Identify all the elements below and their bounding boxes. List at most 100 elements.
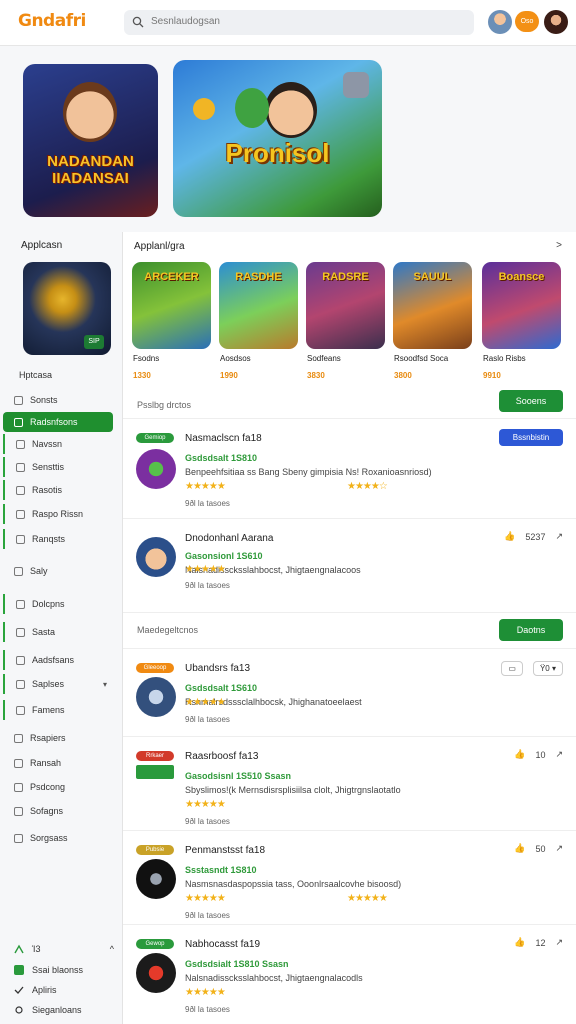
rating-stars: ★★★★★: [185, 799, 226, 810]
game-tile[interactable]: ARCEKER: [132, 262, 211, 349]
game-tile[interactable]: Boansce: [482, 262, 561, 349]
search-icon: [132, 16, 144, 28]
game-tile[interactable]: RASDHE: [219, 262, 298, 349]
coins-badge[interactable]: Oso: [515, 11, 539, 32]
sidebar-item[interactable]: Saly: [3, 561, 113, 581]
entry-actions: 👍 12 ↗: [514, 937, 563, 948]
thumbs-up-icon[interactable]: 👍: [504, 531, 515, 542]
sidebar-item[interactable]: Raspo Rissn: [3, 504, 113, 524]
app-description: Nalsnadisscksslahbocst, Jhigtaengnalacod…: [185, 973, 363, 983]
section-action-button[interactable]: Daotns: [499, 619, 563, 641]
checkbox-icon: [14, 758, 23, 768]
thumbs-up-icon[interactable]: ▭: [501, 661, 523, 676]
sidebar-item[interactable]: Psdcong: [3, 777, 113, 797]
sidebar-section-label: Hptcasa: [19, 370, 53, 380]
check-icon: [14, 986, 24, 994]
profile-avatar[interactable]: [544, 10, 568, 34]
list-item[interactable]: Dnodonhanl Aarana Gasonsionl 1S610 Nalsn…: [123, 518, 576, 604]
sidebar-item[interactable]: Sofagns: [3, 801, 113, 821]
hero-character: [63, 82, 117, 142]
app-icon: [136, 537, 176, 577]
share-icon[interactable]: ↗: [555, 843, 563, 854]
thumbs-up-icon[interactable]: 👍: [514, 749, 525, 760]
game-tile[interactable]: SAUUL: [393, 262, 472, 349]
list-item[interactable]: Rrkaer Raasrboosf fa13 Gasodsisnl 1S510 …: [123, 736, 576, 830]
share-icon[interactable]: ↗: [555, 531, 563, 542]
app-meta: Gsdsdsalt 1S810: [185, 453, 258, 463]
rating-stars: ★★★★★: [185, 893, 226, 904]
sidebar-item[interactable]: Navssn: [3, 434, 113, 454]
sidebar-item[interactable]: Sorgsass: [3, 828, 113, 848]
tile-name: Fsodns: [133, 354, 160, 363]
review-count: 9ðl la tasoes: [185, 911, 230, 920]
thumbs-up-icon[interactable]: 👍: [514, 937, 525, 948]
sidebar-item[interactable]: Saplses ▾: [3, 674, 113, 694]
sidebar-item[interactable]: Rsapiers: [3, 728, 113, 748]
share-icon[interactable]: ↗: [555, 749, 563, 760]
app-icon: [136, 765, 174, 779]
sidebar-item[interactable]: Sonsts: [3, 390, 113, 410]
sidebar-footer-item[interactable]: Ssai blaonss: [14, 965, 114, 975]
list-item[interactable]: Gewop Nabhocasst fa19 Gsdsdsialt 1S810 S…: [123, 924, 576, 1024]
rating-stars: ★★★★☆: [347, 481, 388, 492]
sidebar: Applcasn SIP Hptcasa Sonsts Radsnfsons N…: [0, 230, 122, 1024]
sidebar-title: Applcasn: [21, 240, 63, 251]
entry-actions: ▭ Ϋ0 ▾: [501, 661, 563, 676]
sidebar-item[interactable]: Dolcpns: [3, 594, 113, 614]
app-icon: [136, 677, 176, 717]
sidebar-footer-item[interactable]: Apliris: [14, 985, 114, 995]
review-count: 9ðl la tasoes: [185, 1005, 230, 1014]
share-icon[interactable]: ↗: [555, 937, 563, 948]
search-input[interactable]: Sesnlaudogsan: [124, 10, 474, 35]
options-dropdown[interactable]: Ϋ0 ▾: [532, 661, 563, 676]
app-name: Raasrboosf fa13: [185, 751, 259, 762]
sidebar-item[interactable]: Rasotis: [3, 480, 113, 500]
list-item[interactable]: Gemiop Nasmaclscn fa18 Gsdsdsalt 1S810 B…: [123, 418, 576, 518]
app-tag: Rrkaer: [136, 751, 174, 761]
chevron-right-icon[interactable]: >: [556, 240, 562, 251]
user-avatar[interactable]: [488, 10, 512, 34]
checkbox-icon: [14, 806, 23, 816]
app-description: Sbyslimos!(k Mernsdisrsplisiilsa clolt, …: [185, 785, 401, 795]
hero-banner-left[interactable]: NADANDAN IIADANSAI: [23, 64, 158, 217]
sidebar-item[interactable]: Famens: [3, 700, 113, 720]
tile-name: Rsoodfsd Soca: [394, 354, 449, 363]
sidebar-item[interactable]: Aadsfsans: [3, 650, 113, 670]
checkbox-icon: [16, 679, 25, 689]
sidebar-footer-item[interactable]: Sieganloans: [14, 1005, 114, 1015]
rock-figure: [343, 72, 369, 98]
app-meta: Gasodsisnl 1S510 Ssasn: [185, 771, 292, 781]
sidebar-item[interactable]: Ranqsts: [3, 529, 113, 549]
checkbox-icon: [16, 627, 25, 637]
sidebar-item-active[interactable]: Radsnfsons: [3, 412, 113, 432]
game-tile[interactable]: RADSRE: [306, 262, 385, 349]
tile-price: 1990: [220, 371, 238, 380]
checkbox-icon: [16, 439, 25, 449]
app-logo[interactable]: Gndafri: [18, 11, 86, 31]
app-name: Nasmaclscn fa18: [185, 433, 262, 444]
settings-icon: [15, 1006, 23, 1014]
sidebar-featured-card[interactable]: SIP: [23, 262, 111, 355]
app-meta: Ssstasndt 1S810: [185, 865, 257, 875]
thumbs-up-icon[interactable]: 👍: [514, 843, 525, 854]
hero-right-title: Pronisol: [225, 138, 330, 168]
section-action-button[interactable]: Sooens: [499, 390, 563, 412]
list-item[interactable]: Gleeoop Ubandsrs fa13 Gsdsdsalt 1S610 Rs…: [123, 648, 576, 736]
rating-stars: ★★★★★: [185, 564, 226, 575]
sidebar-item[interactable]: Ransah: [3, 753, 113, 773]
app-icon: [136, 859, 176, 899]
hero-character: [265, 82, 317, 138]
list-item[interactable]: Pubsie Penmanstsst fa18 Ssstasndt 1S810 …: [123, 830, 576, 924]
entry-actions: 👍 50 ↗: [514, 843, 563, 854]
sidebar-footer-item[interactable]: Ί3 ^: [14, 944, 114, 954]
app-tag: Gewop: [136, 939, 174, 949]
app-name: Penmanstsst fa18: [185, 845, 266, 856]
app-icon: [136, 953, 176, 993]
rating-stars: ★★★★★: [185, 987, 226, 998]
sidebar-item[interactable]: Sasta: [3, 622, 113, 642]
leaf-icon: [14, 944, 24, 954]
hero-banner-right[interactable]: Pronisol: [173, 60, 382, 217]
sidebar-item[interactable]: Sensttis: [3, 457, 113, 477]
checkbox-icon: [14, 395, 23, 405]
install-button[interactable]: Bssnbistin: [499, 429, 563, 446]
